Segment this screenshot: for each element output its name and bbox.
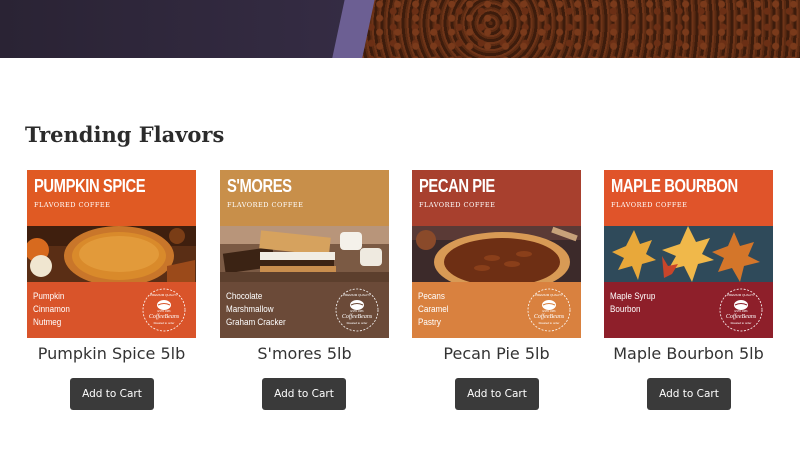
- smores-photo: [220, 226, 389, 282]
- coffeebeans-logo-icon: CoffeeBeans Roasted to order PREMIUM QUA…: [142, 288, 186, 332]
- label-subtitle: Flavored Coffee: [419, 201, 496, 209]
- flavor-note: Marshmallow: [226, 304, 274, 315]
- label-subtitle: Flavored Coffee: [34, 201, 111, 209]
- maple-leaves-photo: [604, 226, 773, 282]
- flavor-note: Caramel: [418, 304, 449, 315]
- flavor-note: Maple Syrup: [610, 291, 656, 302]
- flavor-note: Pastry: [418, 317, 441, 328]
- svg-text:Roasted to order: Roasted to order: [731, 321, 752, 325]
- hero-dark-panel: [0, 0, 360, 58]
- add-to-cart-button[interactable]: Add to Cart: [262, 378, 346, 410]
- label-footer: Maple Syrup Bourbon CoffeeBeans Roasted …: [604, 282, 773, 338]
- svg-text:PREMIUM QUALITY: PREMIUM QUALITY: [150, 293, 178, 297]
- label-flavor-name: Maple Bourbon: [611, 176, 738, 196]
- pumpkin-pie-photo: [27, 226, 196, 282]
- flavor-note: Bourbon: [610, 304, 641, 315]
- hero-banner: [0, 0, 800, 58]
- label-flavor-name: Pecan Pie: [419, 176, 495, 196]
- svg-text:Roasted to order: Roasted to order: [154, 321, 175, 325]
- product-title[interactable]: Maple Bourbon 5lb: [592, 344, 785, 363]
- pecan-pie-photo: [412, 226, 581, 282]
- label-subtitle: Flavored Coffee: [227, 201, 304, 209]
- svg-text:CoffeeBeans: CoffeeBeans: [342, 313, 373, 320]
- svg-text:CoffeeBeans: CoffeeBeans: [726, 313, 757, 320]
- svg-text:Roasted to order: Roasted to order: [539, 321, 560, 325]
- coffeebeans-logo-icon: CoffeeBeans Roasted to order PREMIUM QUA…: [527, 288, 571, 332]
- coffeebeans-logo-icon: CoffeeBeans Roasted to order PREMIUM QUA…: [719, 288, 763, 332]
- flavor-note: Chocolate: [226, 291, 263, 302]
- flavor-notes: Pecans Caramel Pastry: [418, 290, 449, 329]
- svg-text:ESTD 1986: ESTD 1986: [543, 310, 557, 313]
- flavor-notes: Pumpkin Cinnamon Nutmeg: [33, 290, 70, 329]
- flavor-note: Nutmeg: [33, 317, 62, 328]
- label-header: S'mores Flavored Coffee: [220, 170, 389, 226]
- flavor-note: Cinnamon: [33, 304, 70, 315]
- label-footer: Pumpkin Cinnamon Nutmeg CoffeeBeans Roas…: [27, 282, 196, 338]
- svg-text:PREMIUM QUALITY: PREMIUM QUALITY: [343, 293, 371, 297]
- svg-text:ESTD 1986: ESTD 1986: [735, 310, 749, 313]
- svg-text:ESTD 1986: ESTD 1986: [351, 310, 365, 313]
- svg-text:ESTD 1986: ESTD 1986: [158, 310, 172, 313]
- product-image-pumpkin-spice[interactable]: Pumpkin Spice Flavored Coffee Pumpkin Ci…: [27, 170, 196, 338]
- section-title: Trending Flavors: [25, 122, 225, 147]
- svg-text:PREMIUM QUALITY: PREMIUM QUALITY: [727, 293, 755, 297]
- add-to-cart-button[interactable]: Add to Cart: [647, 378, 731, 410]
- label-flavor-name: Pumpkin Spice: [34, 176, 146, 196]
- label-footer: Pecans Caramel Pastry CoffeeBeans Roaste…: [412, 282, 581, 338]
- label-header: Pumpkin Spice Flavored Coffee: [27, 170, 196, 226]
- product-title[interactable]: S'mores 5lb: [208, 344, 401, 363]
- hero-coffee-grounds-image: [358, 0, 800, 58]
- svg-text:CoffeeBeans: CoffeeBeans: [149, 313, 180, 320]
- flavor-note: Pumpkin: [33, 291, 65, 302]
- coffeebeans-logo-icon: CoffeeBeans Roasted to order PREMIUM QUA…: [335, 288, 379, 332]
- flavor-note: Graham Cracker: [226, 317, 286, 328]
- svg-text:CoffeeBeans: CoffeeBeans: [534, 313, 565, 320]
- label-header: Maple Bourbon Flavored Coffee: [604, 170, 773, 226]
- svg-text:PREMIUM QUALITY: PREMIUM QUALITY: [535, 293, 563, 297]
- add-to-cart-button[interactable]: Add to Cart: [70, 378, 154, 410]
- product-title[interactable]: Pecan Pie 5lb: [400, 344, 593, 363]
- label-flavor-name: S'mores: [227, 176, 292, 196]
- label-header: Pecan Pie Flavored Coffee: [412, 170, 581, 226]
- flavor-notes: Chocolate Marshmallow Graham Cracker: [226, 290, 286, 329]
- label-subtitle: Flavored Coffee: [611, 201, 688, 209]
- add-to-cart-button[interactable]: Add to Cart: [455, 378, 539, 410]
- product-title[interactable]: Pumpkin Spice 5lb: [15, 344, 208, 363]
- product-image-smores[interactable]: S'mores Flavored Coffee Chocolate Marshm…: [220, 170, 389, 338]
- svg-text:Roasted to order: Roasted to order: [347, 321, 368, 325]
- flavor-note: Pecans: [418, 291, 445, 302]
- product-image-pecan-pie[interactable]: Pecan Pie Flavored Coffee Pecans Caramel…: [412, 170, 581, 338]
- flavor-notes: Maple Syrup Bourbon: [610, 290, 655, 316]
- label-footer: Chocolate Marshmallow Graham Cracker Cof…: [220, 282, 389, 338]
- product-image-maple-bourbon[interactable]: Maple Bourbon Flavored Coffee Maple Syru…: [604, 170, 773, 338]
